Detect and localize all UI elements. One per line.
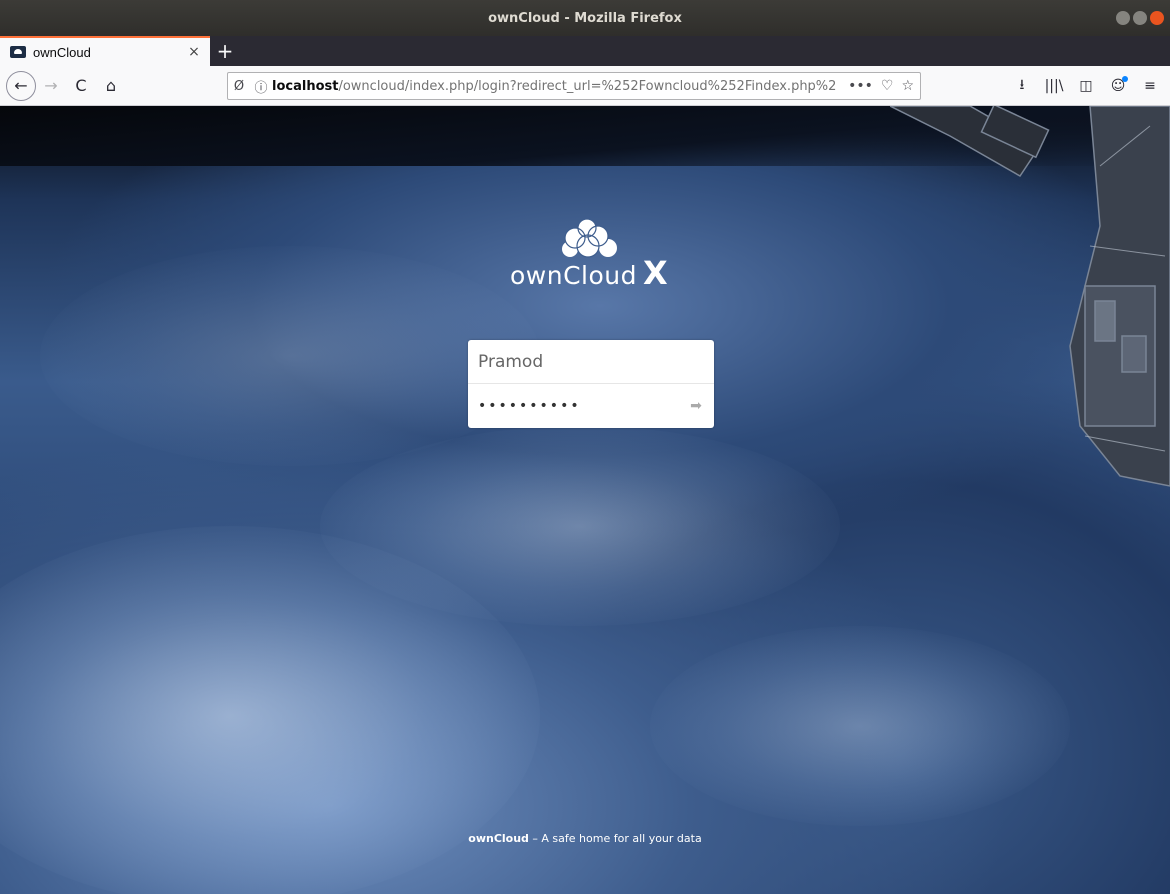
owncloud-favicon-icon	[10, 46, 26, 58]
password-input[interactable]: ••••••••••	[468, 384, 714, 428]
navigation-toolbar: ← → C ⌂ Ø ⓘ localhost/owncloud/index.php…	[0, 66, 1170, 106]
close-window-button[interactable]	[1150, 11, 1164, 25]
url-bar[interactable]: Ø ⓘ localhost/owncloud/index.php/login?r…	[227, 72, 921, 100]
tab-close-icon[interactable]: ×	[186, 44, 202, 60]
forward-button[interactable]: →	[36, 71, 66, 101]
logo-suffix: X	[643, 254, 669, 292]
username-input[interactable]: Pramod	[468, 340, 714, 384]
downloads-icon[interactable]: ⭳	[1008, 71, 1036, 101]
footer-brand: ownCloud	[468, 832, 529, 845]
tab-title: ownCloud	[33, 44, 91, 60]
window-controls	[1116, 11, 1164, 25]
url-text[interactable]: localhost/owncloud/index.php/login?redir…	[272, 79, 848, 94]
url-host: localhost	[272, 78, 339, 94]
owncloud-logo: ownCloud X	[510, 218, 670, 292]
new-tab-button[interactable]: +	[210, 36, 240, 66]
earth-cloud-texture	[40, 246, 540, 466]
login-page: ownCloud X Pramod •••••••••• ➡ ownCloud –…	[0, 106, 1170, 894]
url-actions: ••• ♡ ☆	[848, 78, 920, 94]
satellite-image	[890, 106, 1170, 487]
toolbar-right: ⭳ |||\ ◫ ☺ ≡	[1008, 71, 1164, 101]
back-button[interactable]: ←	[6, 70, 36, 101]
account-icon[interactable]: ☺	[1104, 71, 1132, 101]
tab-owncloud[interactable]: ownCloud ×	[0, 36, 210, 66]
tracking-protection-icon[interactable]: Ø	[228, 79, 250, 94]
bookmark-star-icon[interactable]: ☆	[901, 78, 914, 94]
tab-strip: ownCloud × +	[0, 36, 1170, 66]
page-actions-icon[interactable]: •••	[848, 78, 873, 94]
footer-tagline: – A safe home for all your data	[528, 832, 702, 845]
earth-cloud-texture	[320, 426, 840, 626]
page-footer: ownCloud – A safe home for all your data	[0, 832, 1170, 845]
login-form: Pramod •••••••••• ➡	[468, 340, 714, 428]
window-title: ownCloud - Mozilla Firefox	[488, 10, 682, 26]
library-icon[interactable]: |||\	[1040, 71, 1068, 101]
pocket-icon[interactable]: ♡	[881, 78, 894, 94]
login-submit-button[interactable]: ➡	[686, 396, 706, 416]
window-titlebar: ownCloud - Mozilla Firefox	[0, 0, 1170, 36]
url-path: /owncloud/index.php/login?redirect_url=%…	[338, 78, 837, 94]
logo-wordmark: ownCloud X	[510, 254, 670, 292]
sidebar-icon[interactable]: ◫	[1072, 71, 1100, 101]
logo-text: ownCloud	[510, 261, 637, 290]
site-info-icon[interactable]: ⓘ	[250, 77, 272, 96]
reload-button[interactable]: C	[66, 71, 96, 101]
menu-icon[interactable]: ≡	[1136, 71, 1164, 101]
earth-cloud-texture	[650, 626, 1070, 826]
minimize-button[interactable]	[1116, 11, 1130, 25]
maximize-button[interactable]	[1133, 11, 1147, 25]
home-button[interactable]: ⌂	[96, 71, 126, 101]
